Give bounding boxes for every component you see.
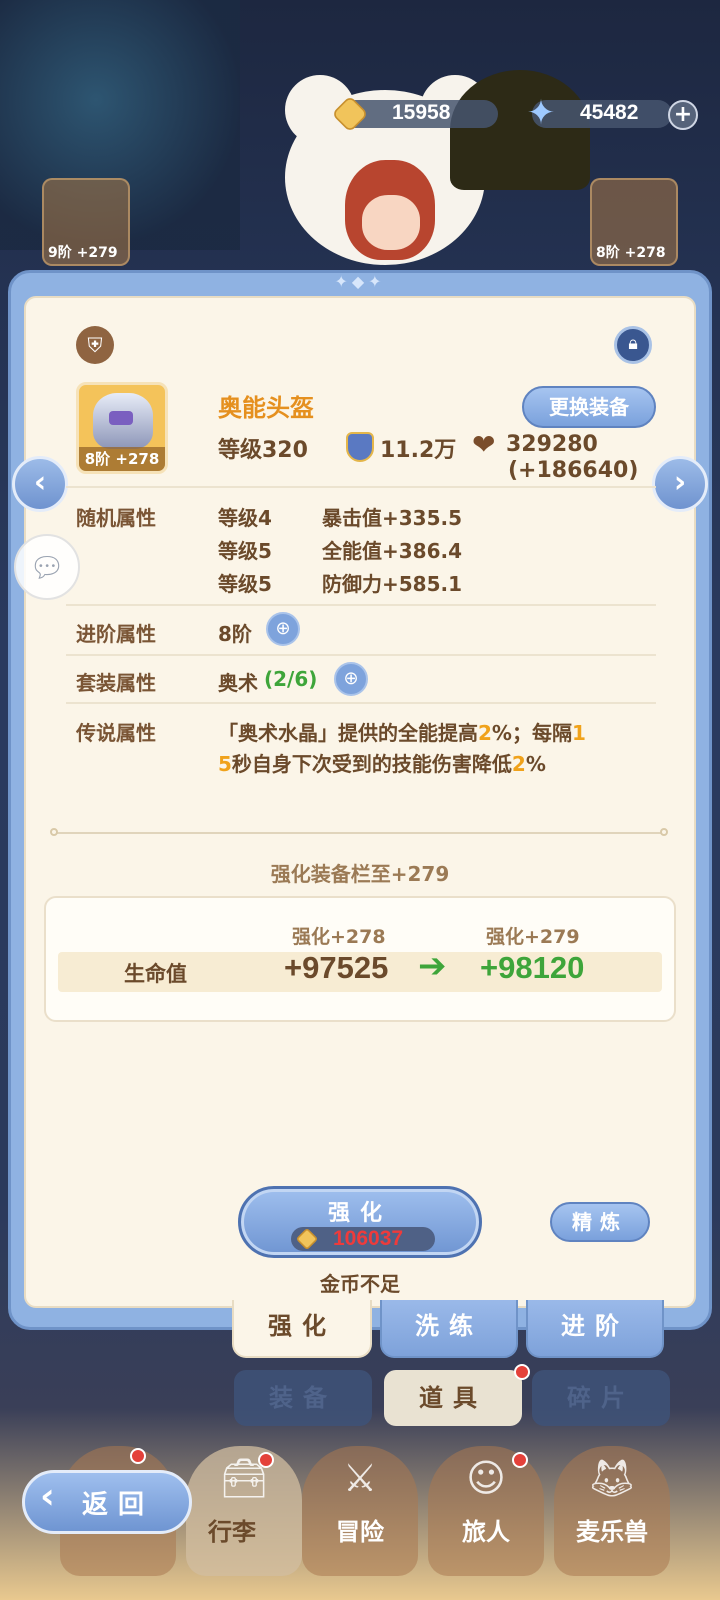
crossed-swords-icon: ⚔: [342, 1456, 378, 1500]
old-value: +97525: [284, 950, 389, 985]
section-divider: [54, 832, 666, 834]
tab-enhance[interactable]: 强化: [232, 1300, 372, 1358]
advance-value: 8阶: [218, 622, 252, 646]
faction-helmet-icon: ⛨: [76, 326, 114, 364]
divider-dot: [660, 828, 668, 836]
attr-stat: 暴击值+335.5: [322, 506, 463, 530]
tab-items[interactable]: 道具: [384, 1370, 522, 1426]
notification-dot: [512, 1452, 528, 1468]
fox-icon: 🦊︎: [587, 1456, 637, 1500]
arrow-right-icon: ➔: [418, 946, 447, 986]
prev-item-button[interactable]: ‹: [12, 456, 68, 512]
notification-dot: [130, 1448, 146, 1464]
tab-fragments[interactable]: 碎片: [532, 1370, 670, 1426]
right-equipment-slot[interactable]: 8阶 +278: [590, 178, 678, 266]
attr-stat: 全能值+386.4: [322, 539, 463, 563]
item-card[interactable]: 8阶 +278: [76, 382, 168, 474]
chat-icon[interactable]: 💬︎: [14, 534, 80, 600]
shield-icon: [346, 432, 374, 462]
back-button-label: 返回: [82, 1490, 155, 1520]
gem-amount: 45482: [580, 101, 639, 124]
ornament-icon: ✦◆✦: [334, 272, 386, 291]
attr-stat: 防御力+585.1: [322, 572, 463, 596]
notification-dot: [258, 1452, 274, 1468]
divider: [66, 702, 656, 704]
add-currency-button[interactable]: +: [668, 100, 698, 130]
zoom-in-icon[interactable]: ⊕: [266, 612, 300, 646]
character-icon: ☺: [466, 1456, 506, 1500]
attr-level: 等级5: [218, 539, 272, 563]
chevron-left-icon: ‹: [40, 1476, 55, 1517]
legend-text-line1: 「奥术水晶」提供的全能提高2%；每隔1: [218, 721, 586, 745]
from-level-label: 强化+278: [292, 926, 386, 948]
tab-reforge[interactable]: 洗练: [380, 1300, 518, 1358]
item-hp-bonus: (+186640): [508, 458, 639, 483]
advance-attrs-label: 进阶属性: [76, 622, 156, 646]
zoom-in-icon[interactable]: ⊕: [334, 662, 368, 696]
item-name: 奥能头盔: [218, 394, 314, 422]
nav-label-adventure: 冒险: [336, 1518, 384, 1546]
item-power: 11.2万: [380, 438, 457, 463]
attr-level: 等级5: [218, 572, 272, 596]
item-level: 等级320: [218, 438, 308, 463]
new-value: +98120: [480, 950, 585, 985]
tab-equipment[interactable]: 装备: [234, 1370, 372, 1426]
compare-stat-label: 生命值: [124, 962, 187, 986]
refine-button[interactable]: 精炼: [550, 1202, 650, 1242]
next-item-button[interactable]: ›: [652, 456, 708, 512]
nav-label-pets: 麦乐兽: [576, 1518, 648, 1546]
set-name: 奥术: [218, 671, 258, 695]
legend-attrs-label: 传说属性: [76, 721, 156, 745]
item-tag: 8阶 +278: [79, 447, 165, 471]
background-character-face: [362, 195, 420, 250]
slot-tag: 9阶 +279: [48, 245, 118, 261]
tab-advance[interactable]: 进阶: [526, 1300, 664, 1358]
star-gem-icon: ✦: [526, 93, 556, 133]
left-equipment-slot[interactable]: 9阶 +279: [42, 178, 130, 266]
legend-text-line2: 5秒自身下次受到的技能伤害降低2%: [218, 752, 546, 776]
background-character-hat: [450, 70, 590, 190]
heart-icon: ❤: [472, 428, 496, 461]
gold-amount: 15958: [392, 101, 451, 124]
item-hp: 329280: [506, 432, 598, 457]
slot-tag: 8阶 +278: [596, 245, 666, 261]
enhance-button[interactable]: 强化 106037: [238, 1186, 482, 1258]
divider-dot: [50, 828, 58, 836]
set-attrs-label: 套装属性: [76, 671, 156, 695]
random-attrs-label: 随机属性: [76, 506, 156, 530]
lock-icon[interactable]: 🔒︎: [614, 326, 652, 364]
enhance-subtitle: 强化装备栏至+279: [270, 862, 450, 886]
set-count: (2/6): [264, 667, 318, 691]
attr-level: 等级4: [218, 506, 272, 530]
divider: [66, 486, 656, 488]
enhance-button-label: 强化: [327, 1201, 392, 1226]
divider: [66, 654, 656, 656]
divider: [66, 604, 656, 606]
insufficient-gold-text: 金币不足: [320, 1272, 400, 1296]
nav-label-bag: 行李: [208, 1518, 256, 1546]
notification-dot: [514, 1364, 530, 1380]
to-level-label: 强化+279: [486, 926, 580, 948]
swap-equipment-button[interactable]: 更换装备: [522, 386, 656, 428]
enhance-cost: 106037: [333, 1227, 404, 1250]
nav-label-travelers: 旅人: [462, 1518, 510, 1546]
helmet-visor: [109, 411, 133, 425]
